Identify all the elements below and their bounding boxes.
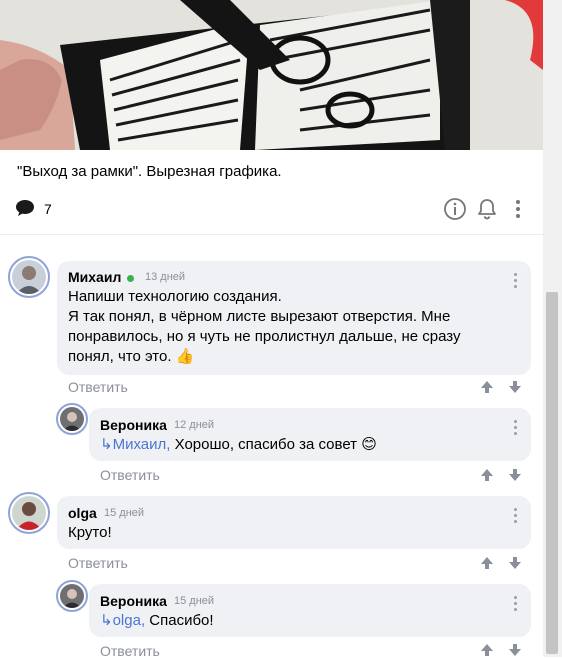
more-vertical-icon[interactable] <box>514 596 518 614</box>
bell-icon[interactable] <box>476 197 498 226</box>
smile-emoji: 😊 <box>361 436 377 453</box>
comment-text-body: Спасибо! <box>149 612 214 629</box>
speech-bubble-icon[interactable] <box>14 198 36 223</box>
post-image[interactable] <box>0 0 543 150</box>
avatar[interactable] <box>56 403 88 435</box>
comment-bubble: Вероника 12 дней ↳Михаил, Хорошо, спасиб… <box>89 408 531 461</box>
arrow-up-icon[interactable] <box>480 556 494 570</box>
comment-author[interactable]: Михаил <box>68 269 121 285</box>
avatar[interactable] <box>8 256 50 298</box>
arrow-down-icon[interactable] <box>508 468 522 482</box>
arrow-down-icon[interactable] <box>508 380 522 394</box>
comment-bubble: Михаил 13 дней Напиши технологию создани… <box>57 261 531 375</box>
reply-button[interactable]: Ответить <box>100 467 160 483</box>
arrow-up-icon[interactable] <box>480 380 494 394</box>
comment-author[interactable]: Вероника <box>100 417 167 433</box>
comment-text-line: понравилось, но я чуть не пролистнул дал… <box>68 328 461 345</box>
more-vertical-icon[interactable] <box>516 199 520 224</box>
comment-age: 15 дней <box>104 507 145 519</box>
comment-text-line: понял, что это. <box>68 348 172 365</box>
comment-author[interactable]: Вероника <box>100 593 167 609</box>
mention-link[interactable]: olga, <box>113 612 146 629</box>
avatar[interactable] <box>56 580 88 612</box>
section-divider <box>0 234 543 235</box>
comment-text-line: Напиши технологию создания. <box>68 288 282 305</box>
comment-text: ↳Михаил, Хорошо, спасибо за совет 😊 <box>100 435 377 455</box>
comment-age: 15 дней <box>174 595 215 607</box>
online-indicator <box>127 275 134 282</box>
reply-button[interactable]: Ответить <box>68 379 128 395</box>
comment-text-line: Я так понял, в чёрном листе вырезают отв… <box>68 308 451 325</box>
comment-text-body: Хорошо, спасибо за совет <box>174 436 358 453</box>
post-caption: "Выход за рамки". Вырезная графика. <box>17 163 282 180</box>
more-vertical-icon[interactable] <box>514 273 518 291</box>
more-vertical-icon[interactable] <box>514 508 518 526</box>
arrow-down-icon[interactable] <box>508 556 522 570</box>
comment-bubble: olga 15 дней Круто! <box>57 496 531 549</box>
comment-text: ↳olga, Спасибо! <box>100 611 214 631</box>
post-actions-bar: 7 <box>0 194 543 224</box>
arrow-up-icon[interactable] <box>480 468 494 482</box>
comment-age: 13 дней <box>145 271 186 283</box>
arrow-down-icon[interactable] <box>508 643 522 657</box>
reply-button[interactable]: Ответить <box>68 555 128 571</box>
comments-count: 7 <box>44 201 52 217</box>
scrollbar-thumb[interactable] <box>546 292 558 654</box>
info-icon[interactable] <box>443 197 467 226</box>
comment-author[interactable]: olga <box>68 505 97 521</box>
comment-text: Напиши технологию создания. Я так понял,… <box>68 287 460 367</box>
comment-bubble: Вероника 15 дней ↳olga, Спасибо! <box>89 584 531 637</box>
comment-text: Круто! <box>68 524 112 541</box>
papercut-artwork <box>0 0 543 150</box>
thumbs-up-emoji: 👍 <box>175 348 195 365</box>
more-vertical-icon[interactable] <box>514 420 518 438</box>
avatar[interactable] <box>8 492 50 534</box>
arrow-up-icon[interactable] <box>480 643 494 657</box>
reply-arrow-icon: ↳ <box>100 612 113 629</box>
mention-link[interactable]: Михаил, <box>113 436 171 453</box>
comment-age: 12 дней <box>174 419 215 431</box>
reply-arrow-icon: ↳ <box>100 436 113 453</box>
